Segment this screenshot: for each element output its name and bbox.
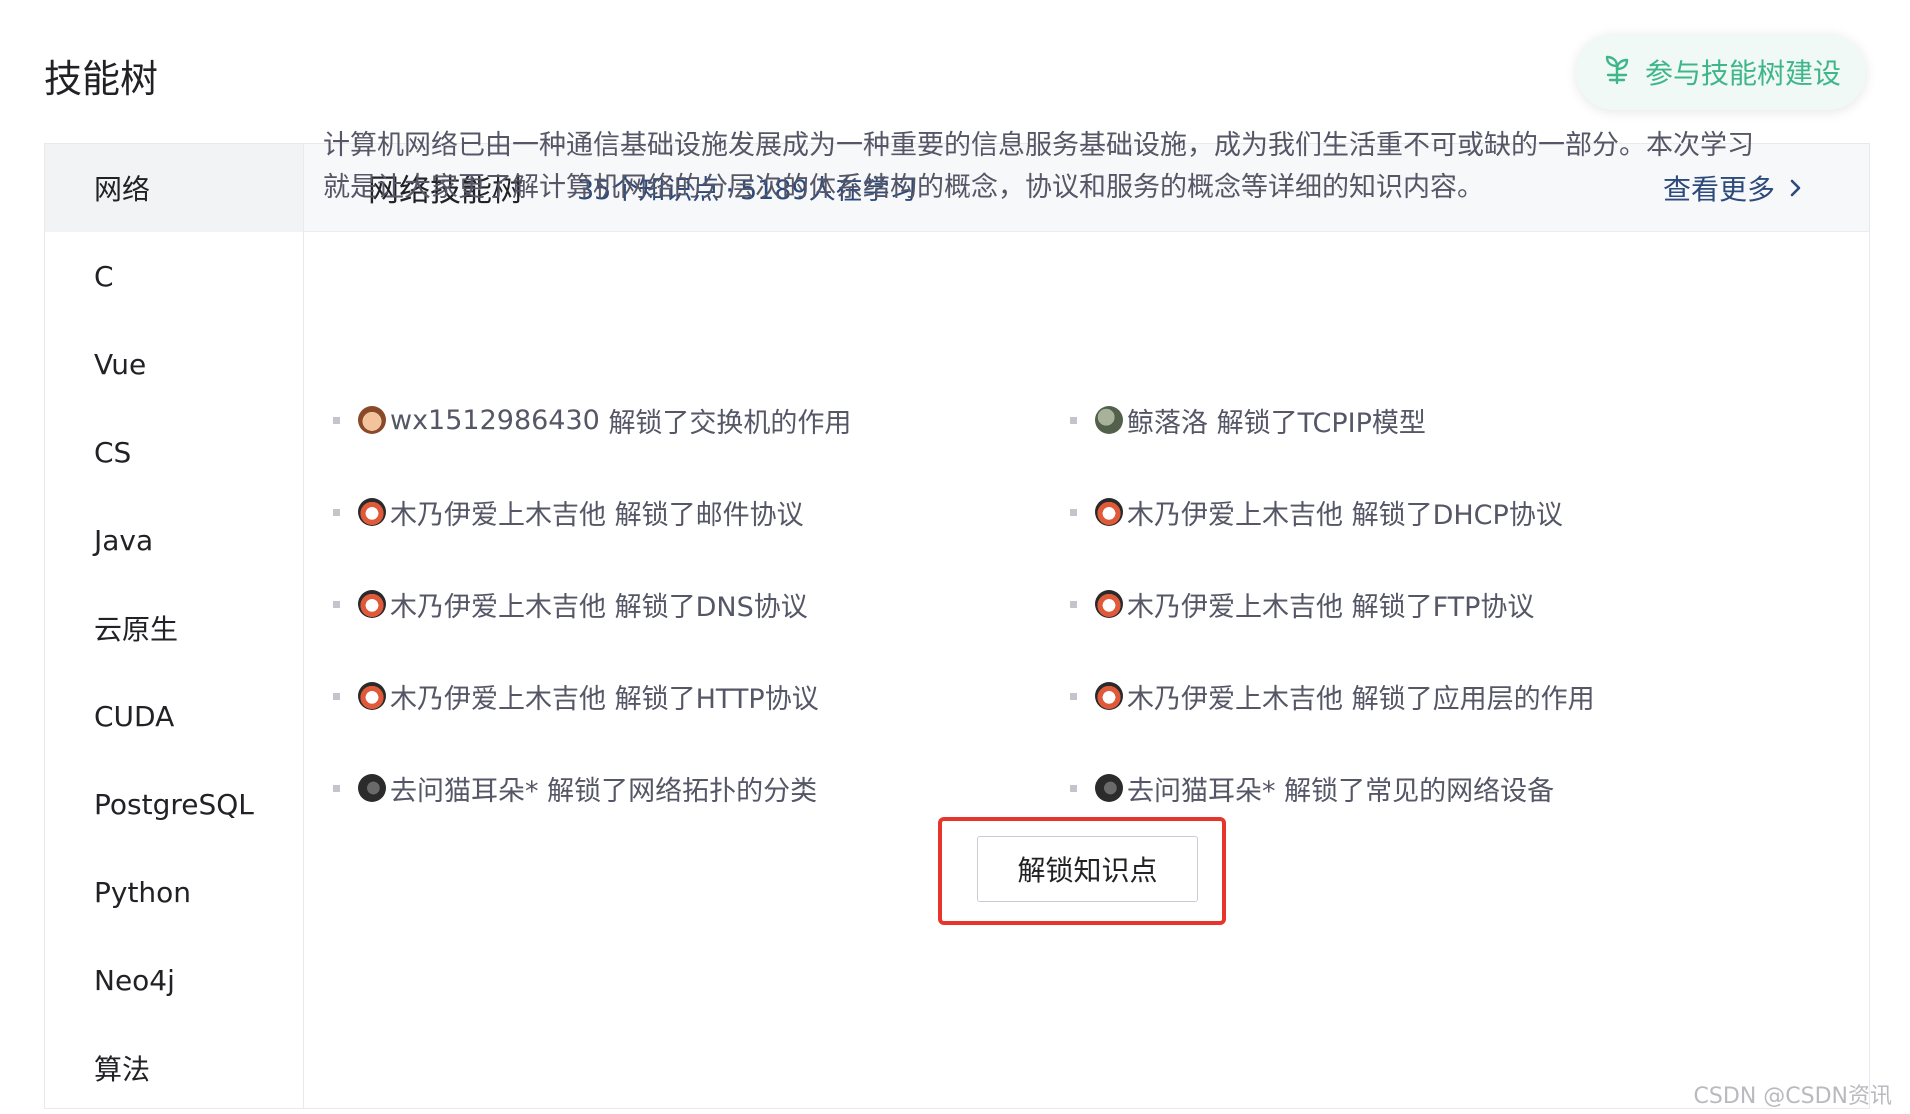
feed-text: 解锁了邮件协议	[614, 499, 804, 531]
feed-user[interactable]: 去问猫耳朵*	[390, 769, 539, 808]
watermark: CSDN @CSDN资讯	[1693, 1084, 1892, 1109]
feed-user[interactable]: 木乃伊爱上木吉他	[1127, 677, 1343, 716]
avatar[interactable]	[358, 406, 386, 434]
avatar[interactable]	[1095, 774, 1123, 802]
sidebar-item-vue[interactable]: Vue	[45, 320, 303, 408]
contribute-button[interactable]: 参与技能树建设	[1576, 34, 1866, 110]
avatar[interactable]	[358, 682, 386, 710]
avatar[interactable]	[358, 774, 386, 802]
sidebar-item-cs[interactable]: CS	[45, 408, 303, 496]
list-item: 鲸落洛 解锁了TCPIP模型	[1070, 374, 1807, 466]
bullet	[1070, 600, 1077, 608]
bullet	[1070, 784, 1077, 792]
avatar[interactable]	[1095, 682, 1123, 710]
feed-text: 解锁了TCPIP模型	[1216, 407, 1426, 439]
avatar[interactable]	[1095, 406, 1123, 434]
feed-user[interactable]: wx1512986430	[390, 405, 600, 436]
sidebar-item-label: C	[94, 259, 114, 293]
avatar[interactable]	[1095, 498, 1123, 526]
feed-user[interactable]: 木乃伊爱上木吉他	[1127, 493, 1343, 532]
feed-text: 解锁了DHCP协议	[1351, 499, 1563, 531]
sidebar-item-postgresql[interactable]: PostgreSQL	[45, 760, 303, 848]
sidebar-item-label: Java	[94, 523, 154, 557]
sidebar-item-label: PostgreSQL	[94, 787, 254, 821]
sidebar-item-label: CUDA	[94, 699, 175, 733]
sidebar-item-network[interactable]: 网络	[45, 144, 303, 232]
bullet	[333, 784, 340, 792]
sidebar-item-label: Python	[94, 875, 192, 909]
sidebar-item-label: 算法	[94, 1053, 151, 1086]
feed-text: 解锁了应用层的作用	[1351, 683, 1595, 715]
bullet	[333, 416, 340, 424]
avatar[interactable]	[358, 590, 386, 618]
sidebar-item-c[interactable]: C	[45, 232, 303, 320]
feed-text: 解锁了DNS协议	[614, 591, 808, 623]
bullet	[333, 692, 340, 700]
sidebar-item-java[interactable]: Java	[45, 496, 303, 584]
list-item: 木乃伊爱上木吉他 解锁了FTP协议	[1070, 558, 1807, 650]
list-item: 木乃伊爱上木吉他 解锁了DNS协议	[333, 558, 1070, 650]
avatar[interactable]	[358, 498, 386, 526]
sidebar-item-algorithm[interactable]: 算法	[45, 1024, 303, 1112]
unlock-feed: wx1512986430 解锁了交换机的作用 鲸落洛 解锁了TCPIP模型 木乃…	[333, 374, 1813, 834]
sidebar-item-neo4j[interactable]: Neo4j	[45, 936, 303, 1024]
skill-description: 计算机网络已由一种通信基础设施发展成为一种重要的信息服务基础设施，成为我们生活重…	[323, 130, 1754, 203]
list-item: 木乃伊爱上木吉他 解锁了DHCP协议	[1070, 466, 1807, 558]
sidebar-item-label: 网络	[94, 173, 151, 206]
feed-user[interactable]: 木乃伊爱上木吉他	[1127, 585, 1343, 624]
sidebar-item-label: Vue	[94, 347, 147, 381]
bullet	[1070, 692, 1077, 700]
list-item: 木乃伊爱上木吉他 解锁了邮件协议	[333, 466, 1070, 558]
chevron-right-icon	[1785, 172, 1805, 205]
feed-user[interactable]: 鲸落洛	[1127, 401, 1208, 440]
bullet	[1070, 416, 1077, 424]
bullet	[333, 508, 340, 516]
avatar[interactable]	[1095, 590, 1123, 618]
list-item: 木乃伊爱上木吉他 解锁了应用层的作用	[1070, 650, 1807, 742]
contribute-label: 参与技能树建设	[1644, 57, 1841, 90]
feed-user[interactable]: 木乃伊爱上木吉他	[390, 493, 606, 532]
feed-text: 解锁了HTTP协议	[614, 683, 819, 715]
seedling-icon	[1601, 53, 1633, 92]
feed-user[interactable]: 木乃伊爱上木吉他	[390, 585, 606, 624]
feed-text: 解锁了网络拓扑的分类	[547, 775, 818, 807]
unlock-knowledge-button[interactable]: 解锁知识点	[977, 836, 1198, 902]
skill-sidebar: 网络 C Vue CS Java 云原生 CUDA PostgreSQL Pyt…	[45, 144, 304, 1108]
sidebar-item-cloud-native[interactable]: 云原生	[45, 584, 303, 672]
page-title: 技能树	[44, 57, 159, 101]
feed-text: 解锁了FTP协议	[1351, 591, 1535, 623]
sidebar-item-label: Neo4j	[94, 963, 175, 997]
list-item: wx1512986430 解锁了交换机的作用	[333, 374, 1070, 466]
sidebar-item-label: 云原生	[94, 613, 179, 646]
sidebar-item-label: CS	[94, 435, 132, 469]
sidebar-item-python[interactable]: Python	[45, 848, 303, 936]
feed-text: 解锁了交换机的作用	[608, 407, 852, 439]
sidebar-item-cuda[interactable]: CUDA	[45, 672, 303, 760]
feed-text: 解锁了常见的网络设备	[1284, 775, 1555, 807]
bullet	[333, 600, 340, 608]
feed-user[interactable]: 木乃伊爱上木吉他	[390, 677, 606, 716]
list-item: 木乃伊爱上木吉他 解锁了HTTP协议	[333, 650, 1070, 742]
feed-user[interactable]: 去问猫耳朵*	[1127, 769, 1276, 808]
bullet	[1070, 508, 1077, 516]
